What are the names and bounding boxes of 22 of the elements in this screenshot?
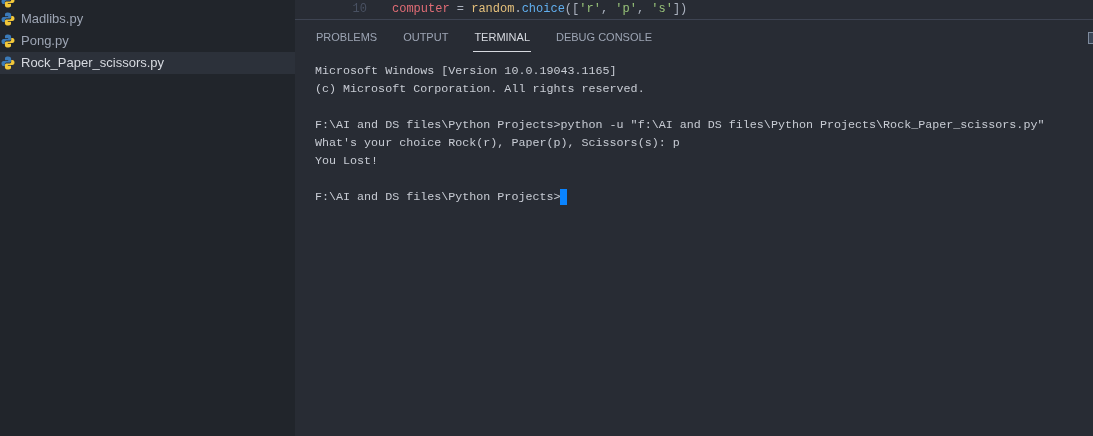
file-item[interactable]: Madlibs.py [0,8,295,30]
python-file-icon [1,34,15,48]
panel-tab[interactable]: OUTPUT [402,29,450,52]
panel-tab[interactable]: TERMINAL [473,29,531,52]
terminal-line: What's your choice Rock(r), Paper(p), Scissors(s): p [315,135,681,152]
file-name: Pong.py [21,32,69,51]
cursor [560,189,568,205]
panel-tab[interactable]: DEBUG CONSOLE [555,29,653,52]
file-name: Rock_Paper_scissors.py [21,54,165,73]
terminal-prompt: F:\AI and DS files\Python Projects> [315,189,561,206]
panel-icon[interactable] [1088,32,1093,44]
terminal-line: F:\AI and DS files\Python Projects>python -u "f:\AI and DS files\Python Projects\Rock_Paper_scissors.py" [315,117,1046,134]
terminal-line: You Lost! [315,153,380,170]
file-item[interactable]: Pong.py [0,30,295,52]
file-name: Madlibs.py [21,10,84,29]
terminal-line: Microsoft Windows [Version 10.0.19043.1165] [315,63,618,80]
python-file-icon [1,12,15,26]
panel-tab[interactable]: PROBLEMS [315,29,379,52]
code-line: computer = random.choice(['r', 'p', 's']) [392,2,688,17]
file-item[interactable]: Rock_Paper_scissors.py [0,52,295,74]
python-file-icon [1,56,15,70]
terminal-line: (c) Microsoft Corporation. All rights reserved. [315,81,646,98]
